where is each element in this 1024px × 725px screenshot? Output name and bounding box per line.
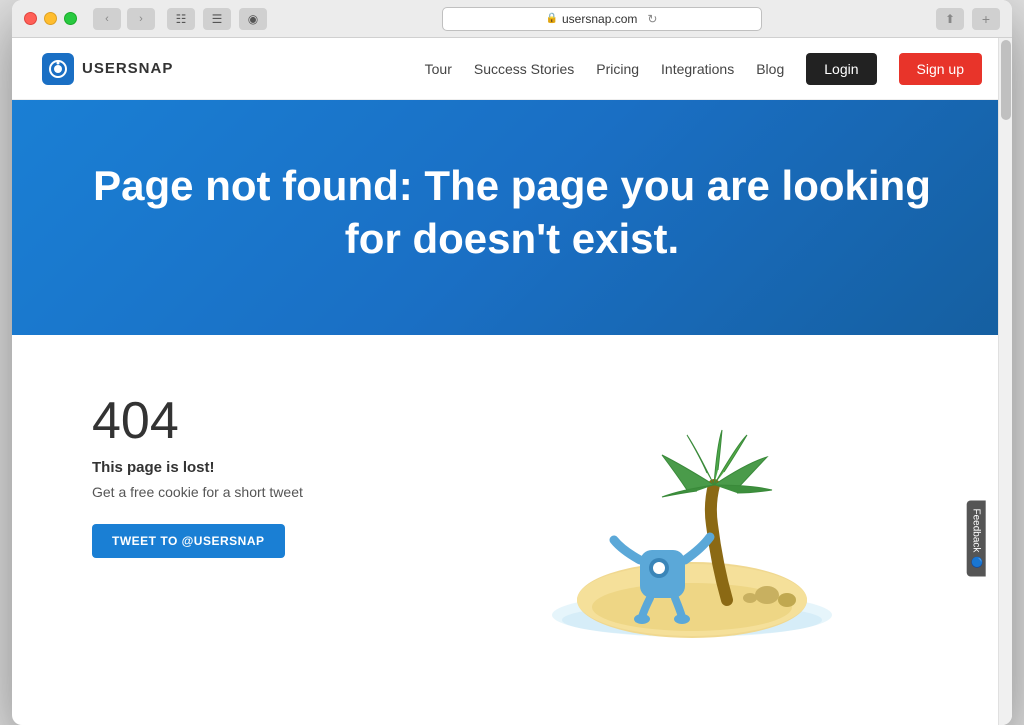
minimize-button[interactable] [44,12,57,25]
nav-integrations[interactable]: Integrations [661,61,734,77]
error-code: 404 [92,395,412,447]
main-content: 404 This page is lost! Get a free cookie… [12,335,1012,725]
site-logo[interactable]: USERSNAP [42,53,173,85]
island-illustration [452,385,932,665]
nav-pricing[interactable]: Pricing [596,61,639,77]
address-bar-wrap: 🔒 usersnap.com ↻ [267,7,936,31]
close-button[interactable] [24,12,37,25]
nav-blog[interactable]: Blog [756,61,784,77]
back-button[interactable]: ‹ [93,8,121,30]
new-tab-button[interactable]: + [972,8,1000,30]
reload-icon[interactable]: ↻ [647,12,657,26]
site-nav: Tour Success Stories Pricing Integration… [425,53,982,85]
signup-button[interactable]: Sign up [899,53,982,85]
feedback-tab[interactable]: Feedback 🔵 [966,501,985,577]
logo-text: USERSNAP [82,60,173,77]
nav-success-stories[interactable]: Success Stories [474,61,574,77]
feedback-label: Feedback [970,509,981,553]
island-svg [532,385,852,645]
hero-section: Page not found: The page you are looking… [12,100,1012,335]
login-button[interactable]: Login [806,53,876,85]
share-button[interactable]: ⬆ [936,8,964,30]
nav-tour[interactable]: Tour [425,61,452,77]
lost-title: This page is lost! [92,459,412,476]
traffic-lights [24,12,77,25]
scrollbar[interactable] [998,38,1012,725]
forward-button[interactable]: › [127,8,155,30]
reading-list-icon[interactable]: ☰ [203,8,231,30]
address-bar[interactable]: 🔒 usersnap.com ↻ [442,7,762,31]
url-text: usersnap.com [562,12,637,26]
logo-icon [42,53,74,85]
hero-title: Page not found: The page you are looking… [92,160,932,265]
toolbar-icons: ☷ ☰ ◉ [167,8,267,30]
mac-window: ‹ › ☷ ☰ ◉ 🔒 usersnap.com ↻ ⬆ + [12,0,1012,725]
title-bar: ‹ › ☷ ☰ ◉ 🔒 usersnap.com ↻ ⬆ + [12,0,1012,38]
scrollbar-thumb[interactable] [1001,40,1011,120]
title-bar-right: ⬆ + [936,8,1000,30]
site-header: USERSNAP Tour Success Stories Pricing In… [12,38,1012,100]
maximize-button[interactable] [64,12,77,25]
tab-button[interactable]: ☷ [167,8,195,30]
instapaper-icon[interactable]: ◉ [239,8,267,30]
lost-desc: Get a free cookie for a short tweet [92,484,412,500]
content-left: 404 This page is lost! Get a free cookie… [92,385,412,558]
tweet-button[interactable]: TWEET TO @USERSNAP [92,524,285,558]
site-content: USERSNAP Tour Success Stories Pricing In… [12,38,1012,725]
browser-nav: ‹ › [93,8,155,30]
feedback-icon: 🔵 [970,556,981,568]
lock-icon: 🔒 [546,13,558,24]
